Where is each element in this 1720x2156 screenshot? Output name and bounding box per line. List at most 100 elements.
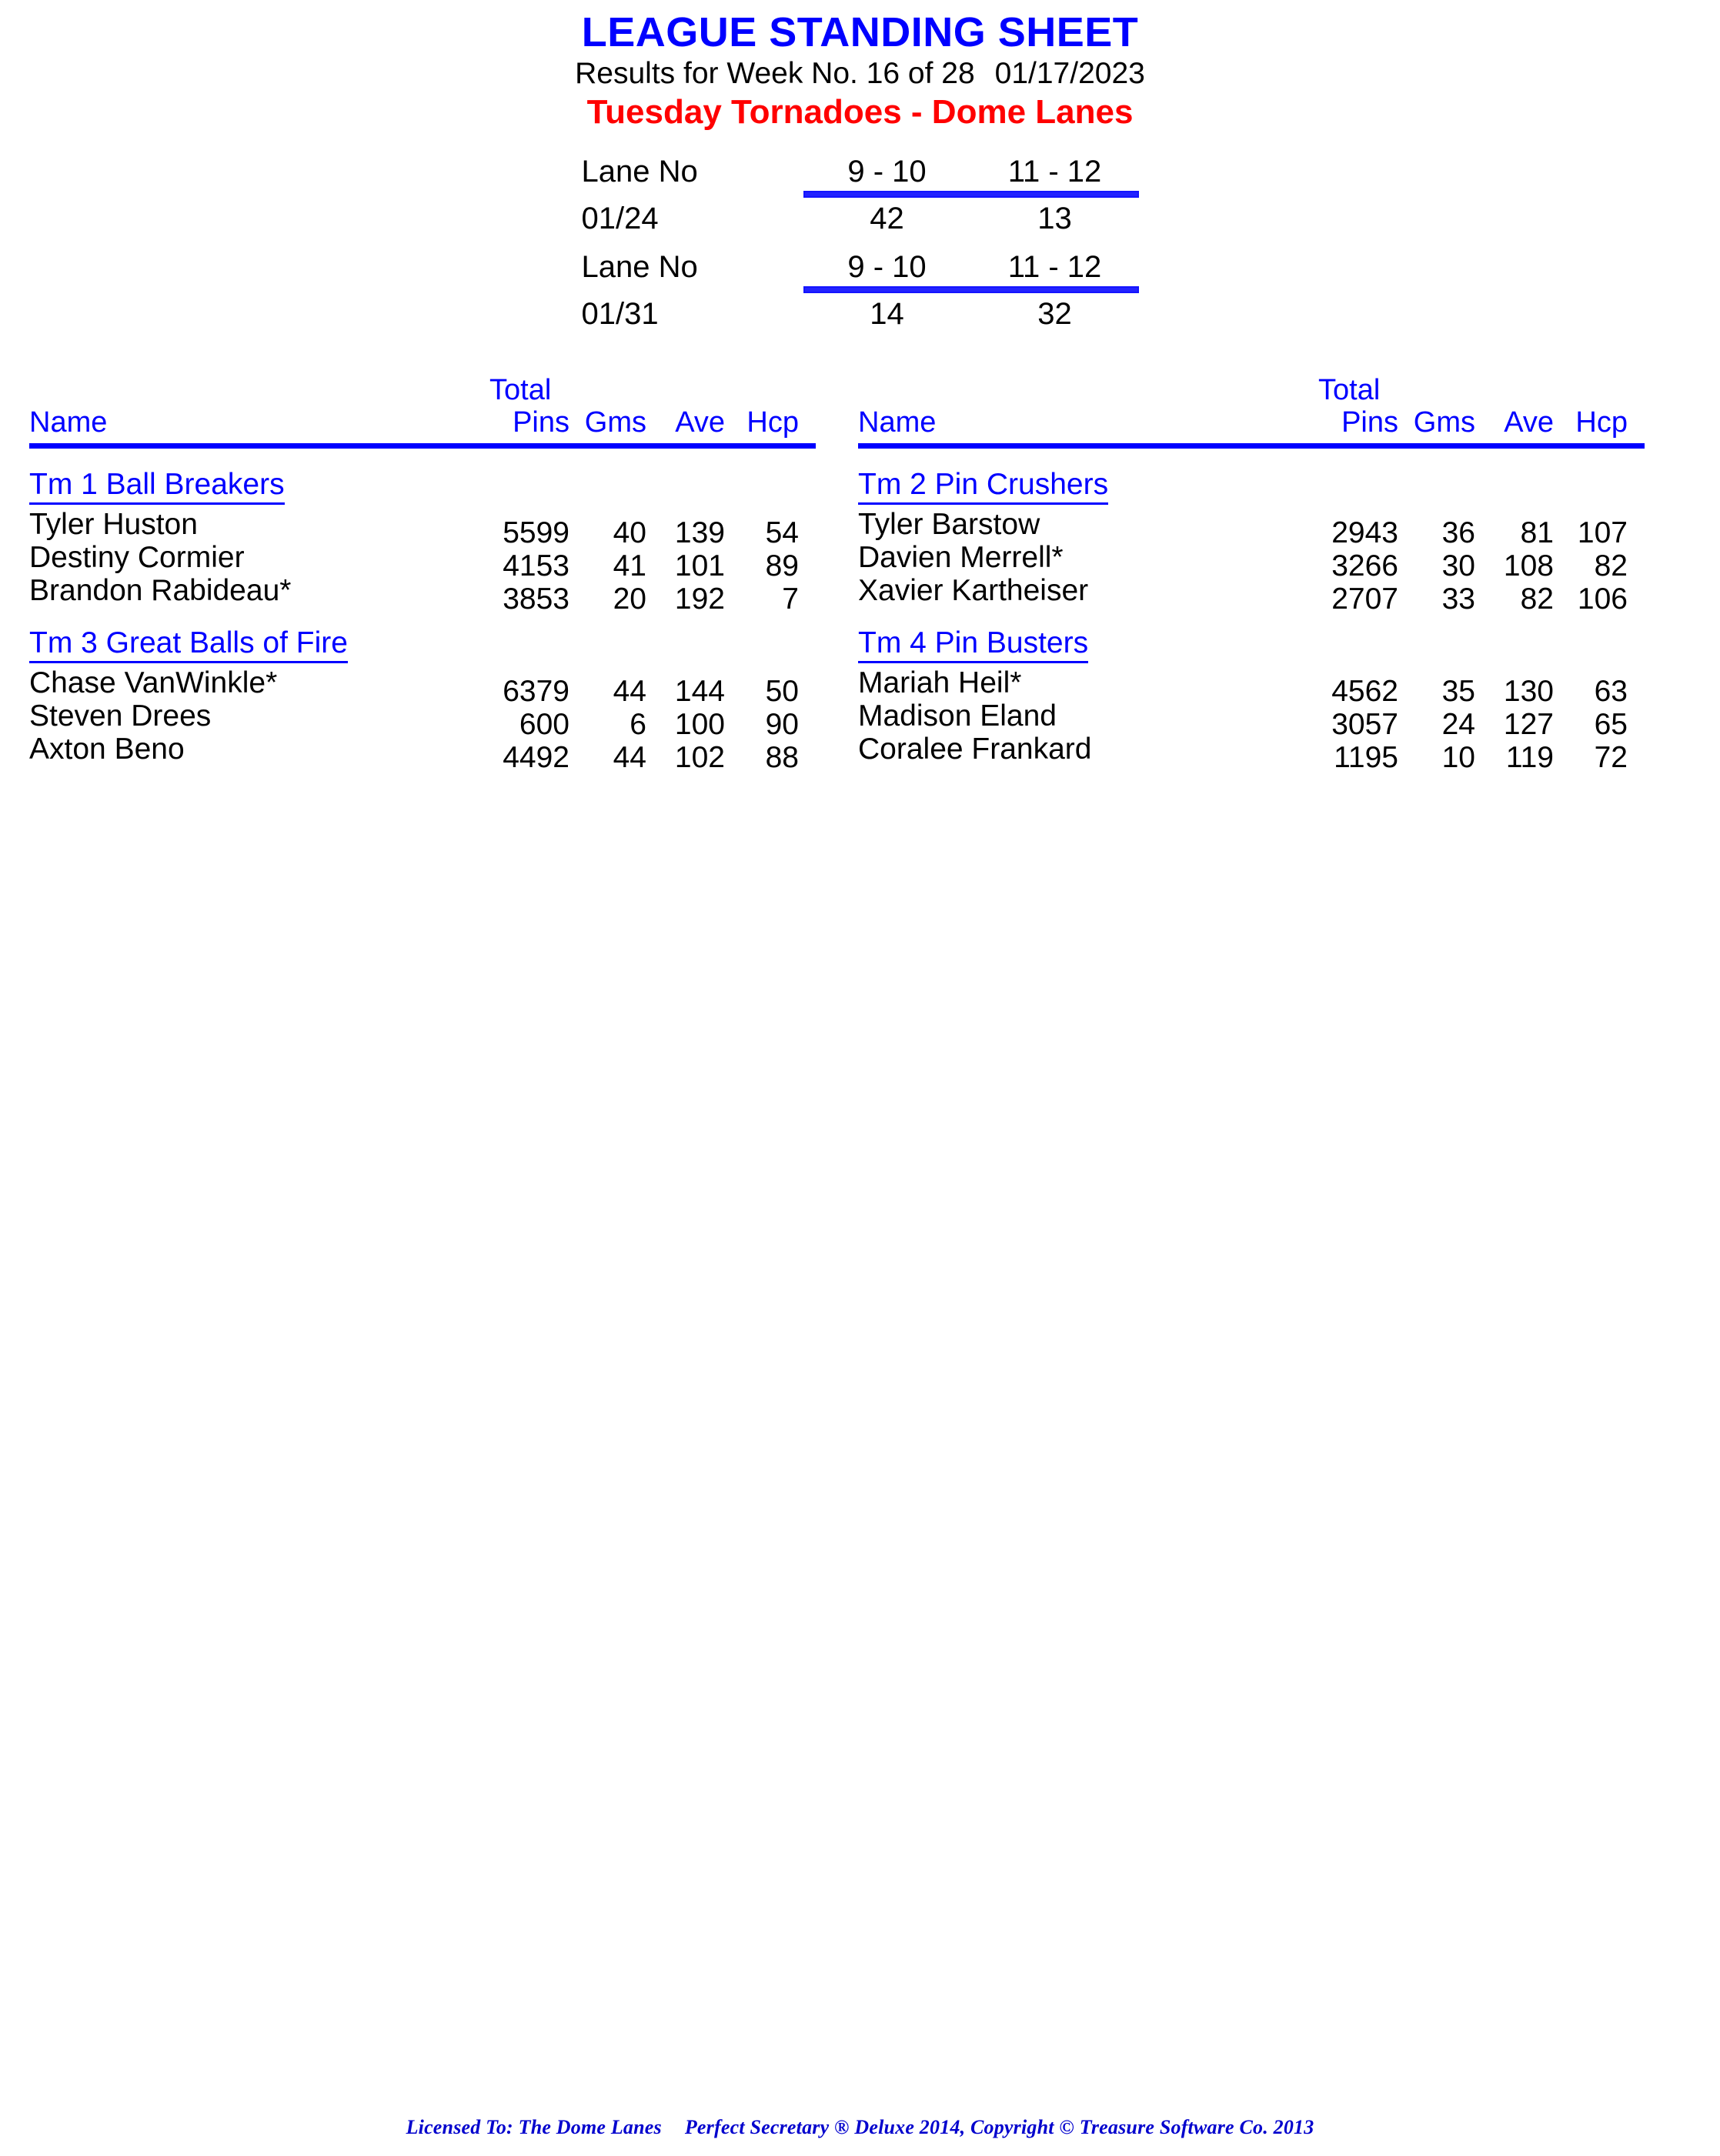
team-block: Tm 3 Great Balls of Fire Chase VanWinkle…: [29, 626, 818, 774]
team-block: Tm 2 Pin Crushers Tyler Barstow 2943 36 81 1…: [858, 468, 1647, 616]
bowler-pins: 1195: [1334, 740, 1398, 774]
team-name-link[interactable]: Tm 4 Pin Busters: [858, 626, 1089, 663]
bowler-name: Xavier Kartheiser: [858, 573, 1089, 607]
bowler-gms: 33: [1441, 582, 1475, 616]
bowler-name: Mariah Heil*: [858, 666, 1022, 699]
lane-date-row: 01/31 14 32: [582, 298, 1139, 331]
lane-underline: [803, 284, 1139, 298]
bowler-gms: 44: [613, 740, 646, 774]
footer-license: Licensed To: The Dome Lanes: [406, 2116, 662, 2138]
lane-team-number: 2: [1054, 297, 1072, 332]
bowler-row: Chase VanWinkle* 6379 44 144 50: [29, 666, 818, 708]
lane-pair-2: 11 - 12: [1007, 155, 1102, 189]
bowler-row: Tyler Huston 5599 40 139 54: [29, 507, 818, 549]
column-header-underline: [858, 443, 1645, 449]
lane-no-label: Lane No: [581, 250, 698, 285]
lane-rule-spacer: [582, 189, 803, 202]
standings-column-right: Total Name Pins Gms Ave Hcp Tm 2 Pin Crushe…: [858, 375, 1647, 774]
team-name-link[interactable]: Tm 2 Pin Crushers: [858, 468, 1109, 505]
lane-schedule: Lane No 9 - 10 11 - 12 01/24 42 13 Lane …: [0, 155, 1720, 346]
bowler-row: Tyler Barstow 2943 36 81 107: [858, 507, 1647, 549]
column-header-pins: Pins: [513, 406, 569, 439]
bowler-name: Axton Beno: [29, 732, 185, 766]
column-header-right: Total Name Pins Gms Ave Hcp: [858, 375, 1647, 449]
document-header: LEAGUE STANDING SHEET Results for Week N…: [0, 0, 1720, 132]
lane-team-pair-2: 13: [971, 202, 1139, 235]
lane-team-pair-2: 32: [971, 298, 1139, 331]
document-footer: Licensed To: The Dome Lanes Perfect Secre…: [0, 2116, 1720, 2139]
lane-team-number: 4: [870, 202, 887, 236]
page-title: LEAGUE STANDING SHEET: [581, 9, 1139, 55]
bowler-gms: 20: [613, 582, 646, 616]
lane-underline: [803, 189, 1139, 202]
lane-schedule-table-1: Lane No 9 - 10 11 - 12 01/24 42 13: [582, 155, 1139, 235]
lane-schedule-block-2: Lane No 9 - 10 11 - 12 01/31 14 32: [0, 250, 1720, 346]
bowler-row: Xavier Kartheiser 2707 33 82 106: [858, 573, 1647, 616]
column-header-ave: Ave: [1504, 406, 1554, 439]
lane-header-row: Lane No 9 - 10 11 - 12: [581, 250, 1139, 285]
bowler-name: Steven Drees: [29, 699, 212, 733]
results-subtitle: Results for Week No. 16 of 28 01/17/2023: [0, 56, 1720, 92]
lane-team-number: 3: [1037, 297, 1055, 332]
bowler-ave: 82: [1520, 582, 1554, 616]
bowler-name: Davien Merrell*: [858, 540, 1064, 574]
column-header-left: Total Name Pins Gms Ave Hcp: [29, 374, 818, 449]
lane-schedule-block-1: Lane No 9 - 10 11 - 12 01/24 42 13: [0, 155, 1720, 251]
column-header-underline: [29, 443, 816, 449]
lane-team-number: 1: [1037, 202, 1055, 236]
bowler-name: Tyler Huston: [29, 507, 198, 541]
column-header-gms: Gms: [584, 406, 646, 439]
bowler-row: Steven Drees 600 6 100 90: [29, 699, 818, 741]
lane-date-row: 01/24 42 13: [582, 202, 1139, 235]
bowler-ave: 119: [1505, 740, 1554, 774]
footer-software: Perfect Secretary ® Deluxe 2014, Copyrig…: [684, 2116, 1314, 2138]
bowler-row: Destiny Cormier 4153 41 101 89: [29, 540, 818, 582]
bowler-name: Chase VanWinkle*: [29, 666, 278, 699]
column-header-hcp: Hcp: [1575, 406, 1628, 439]
bowler-name: Coralee Frankard: [858, 732, 1092, 766]
team-block: Tm 1 Ball Breakers Tyler Huston 5599 40 139…: [29, 468, 818, 616]
lane-rule-row: [582, 284, 1139, 298]
bowler-row: Brandon Rabideau* 3853 20 192 7: [29, 573, 818, 616]
lane-rule-row: [582, 189, 1139, 202]
lane-rule-spacer: [582, 284, 803, 298]
bowler-row: Madison Eland 3057 24 127 65: [858, 699, 1647, 741]
lane-team-number: 2: [887, 202, 904, 236]
results-date: 01/17/2023: [994, 57, 1145, 91]
lane-date: 01/24: [581, 202, 659, 236]
bowler-name: Destiny Cormier: [29, 540, 245, 574]
column-header-name: Name: [858, 406, 937, 439]
column-header-total: Total: [489, 374, 552, 407]
bowler-pins: 2707: [1331, 582, 1398, 616]
lane-team-pair-1: 14: [803, 298, 971, 331]
lane-date: 01/31: [581, 297, 659, 332]
lane-pair-1: 9 - 10: [847, 155, 927, 189]
column-header-name: Name: [29, 406, 108, 439]
team-name-link[interactable]: Tm 1 Ball Breakers: [29, 468, 285, 505]
bowler-pins: 3853: [503, 582, 569, 616]
column-header-pins: Pins: [1341, 406, 1398, 439]
league-name: Tuesday Tornadoes - Dome Lanes: [586, 93, 1134, 132]
team-name-link[interactable]: Tm 3 Great Balls of Fire: [29, 626, 348, 663]
bowler-name: Tyler Barstow: [858, 507, 1040, 541]
bowler-name: Brandon Rabideau*: [29, 573, 292, 607]
lane-pair-1: 9 - 10: [847, 250, 927, 285]
lane-team-number: 1: [870, 297, 887, 332]
bowler-row: Mariah Heil* 4562 35 130 63: [858, 666, 1647, 708]
bowler-hcp: 7: [782, 582, 799, 616]
bowler-ave: 192: [674, 582, 725, 616]
bowler-ave: 102: [674, 740, 725, 774]
bowler-hcp: 72: [1594, 740, 1628, 774]
lane-pair-2: 11 - 12: [1007, 250, 1102, 285]
column-header-ave: Ave: [675, 406, 725, 439]
column-header-hcp: Hcp: [746, 406, 799, 439]
column-header-gms: Gms: [1413, 406, 1475, 439]
standings-section: Total Name Pins Gms Ave Hcp Tm 1 Ball Break…: [0, 374, 1720, 774]
bowler-row: Coralee Frankard 1195 10 119 72: [858, 732, 1647, 774]
bowler-row: Axton Beno 4492 44 102 88: [29, 732, 818, 774]
results-week-label: Results for Week No. 16 of 28: [575, 57, 975, 91]
bowler-name: Madison Eland: [858, 699, 1057, 733]
bowler-hcp: 88: [765, 740, 799, 774]
lane-team-number: 3: [1054, 202, 1072, 236]
bowler-pins: 4492: [503, 740, 569, 774]
